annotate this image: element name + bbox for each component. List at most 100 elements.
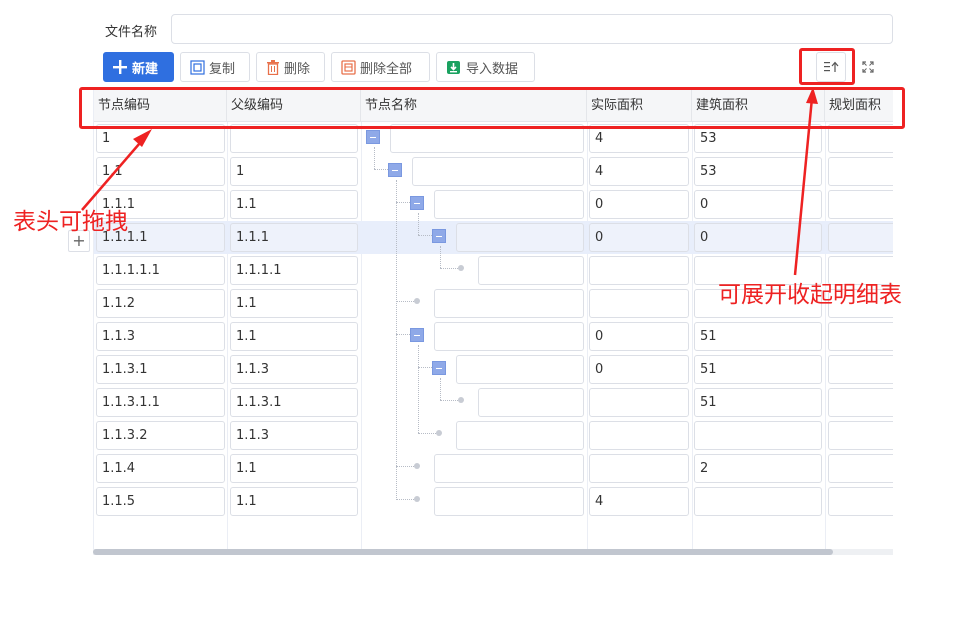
node-code-input[interactable]: 1.1.3.1 — [96, 355, 225, 384]
building-area-input[interactable]: 53 — [694, 157, 822, 186]
table-row[interactable]: 1.1.1.1 1.1.1 0 0 — [94, 221, 893, 254]
delete-button-label: 删除 — [284, 61, 311, 77]
node-code-input[interactable]: 1.1.3.1.1 — [96, 388, 225, 417]
file-name-input[interactable] — [171, 14, 893, 44]
table-row[interactable]: 1 4 53 — [94, 122, 893, 155]
import-data-button[interactable]: 导入数据 — [436, 52, 535, 82]
header-node-name[interactable]: 节点名称 — [361, 89, 587, 122]
parent-code-input[interactable]: 1.1 — [230, 322, 358, 351]
node-code-input[interactable]: 1.1.5 — [96, 487, 225, 516]
header-building-area[interactable]: 建筑面积 — [692, 89, 825, 122]
parent-code-input[interactable]: 1.1 — [230, 289, 358, 318]
node-name-input[interactable] — [434, 322, 584, 351]
actual-area-input[interactable] — [589, 388, 689, 417]
node-name-input[interactable] — [434, 454, 584, 483]
actual-area-input[interactable] — [589, 454, 689, 483]
fullscreen-button[interactable] — [853, 52, 883, 82]
actual-area-input[interactable] — [589, 421, 689, 450]
parent-code-input[interactable]: 1.1 — [230, 454, 358, 483]
parent-code-input[interactable]: 1.1 — [230, 190, 358, 219]
planned-area-input[interactable] — [828, 421, 893, 450]
header-actual-area[interactable]: 实际面积 — [587, 89, 692, 122]
building-area-input[interactable]: 51 — [694, 355, 822, 384]
actual-area-input[interactable]: 4 — [589, 487, 689, 516]
building-area-input[interactable] — [694, 421, 822, 450]
table-row[interactable]: 1.1.3.1 1.1.3 0 51 — [94, 353, 893, 386]
building-area-input[interactable] — [694, 487, 822, 516]
grid-header[interactable]: 节点编码 父级编码 节点名称 实际面积 建筑面积 规划面积 — [94, 89, 893, 122]
parent-code-input[interactable]: 1.1.1.1 — [230, 256, 358, 285]
parent-code-input[interactable] — [230, 124, 358, 153]
node-name-input[interactable] — [456, 223, 584, 252]
node-code-input[interactable]: 1.1.4 — [96, 454, 225, 483]
building-area-input[interactable]: 53 — [694, 124, 822, 153]
tree-collapse-icon[interactable] — [410, 328, 424, 342]
planned-area-input[interactable] — [828, 355, 893, 384]
actual-area-input[interactable] — [589, 289, 689, 318]
building-area-input[interactable]: 2 — [694, 454, 822, 483]
planned-area-input[interactable] — [828, 322, 893, 351]
node-code-input[interactable]: 1 — [96, 124, 225, 153]
building-area-input[interactable]: 0 — [694, 223, 822, 252]
copy-button[interactable]: 复制 — [180, 52, 250, 82]
tree-collapse-icon[interactable] — [366, 130, 380, 144]
horizontal-scrollbar-thumb[interactable] — [93, 549, 833, 555]
building-area-input[interactable]: 0 — [694, 190, 822, 219]
tree-collapse-icon[interactable] — [410, 196, 424, 210]
table-row[interactable]: 1.1 1 4 53 — [94, 155, 893, 188]
parent-code-input[interactable]: 1.1.3.1 — [230, 388, 358, 417]
node-name-input[interactable] — [456, 355, 584, 384]
parent-code-input[interactable]: 1.1 — [230, 487, 358, 516]
actual-area-input[interactable]: 0 — [589, 190, 689, 219]
table-row[interactable]: 1.1.3.1.1 1.1.3.1 51 — [94, 386, 893, 419]
delete-all-button[interactable]: 删除全部 — [331, 52, 430, 82]
parent-code-input[interactable]: 1 — [230, 157, 358, 186]
tree-collapse-icon[interactable] — [432, 361, 446, 375]
node-name-input[interactable] — [390, 124, 584, 153]
table-row[interactable]: 1.1.3.2 1.1.3 — [94, 419, 893, 452]
planned-area-input[interactable] — [828, 223, 893, 252]
tree-collapse-icon[interactable] — [432, 229, 446, 243]
planned-area-input[interactable] — [828, 454, 893, 483]
node-name-input[interactable] — [434, 190, 584, 219]
tree-collapse-icon[interactable] — [388, 163, 402, 177]
node-code-input[interactable]: 1.1.3.2 — [96, 421, 225, 450]
planned-area-input[interactable] — [828, 190, 893, 219]
node-name-input[interactable] — [412, 157, 584, 186]
header-node-code[interactable]: 节点编码 — [94, 89, 227, 122]
actual-area-input[interactable]: 4 — [589, 157, 689, 186]
parent-code-input[interactable]: 1.1.3 — [230, 421, 358, 450]
table-row[interactable]: 1.1.5 1.1 4 — [94, 485, 893, 518]
parent-code-input[interactable]: 1.1.1 — [230, 223, 358, 252]
planned-area-input[interactable] — [828, 388, 893, 417]
header-planned-area[interactable]: 规划面积 — [825, 89, 893, 122]
actual-area-input[interactable]: 0 — [589, 355, 689, 384]
header-parent-code[interactable]: 父级编码 — [227, 89, 361, 122]
node-name-input[interactable] — [434, 289, 584, 318]
building-area-input[interactable]: 51 — [694, 322, 822, 351]
new-button[interactable]: 新建 — [103, 52, 174, 82]
node-name-input[interactable] — [434, 487, 584, 516]
expand-collapse-button[interactable] — [816, 52, 846, 82]
planned-area-input[interactable] — [828, 124, 893, 153]
node-name-input[interactable] — [478, 388, 584, 417]
building-area-input[interactable]: 51 — [694, 388, 822, 417]
actual-area-input[interactable]: 0 — [589, 322, 689, 351]
node-name-input[interactable] — [456, 421, 584, 450]
planned-area-input[interactable] — [828, 157, 893, 186]
tree-leaf-dot-icon — [436, 430, 442, 436]
node-code-input[interactable]: 1.1.2 — [96, 289, 225, 318]
node-code-input[interactable]: 1.1 — [96, 157, 225, 186]
table-row[interactable]: 1.1.1 1.1 0 0 — [94, 188, 893, 221]
actual-area-input[interactable]: 0 — [589, 223, 689, 252]
node-code-input[interactable]: 1.1.3 — [96, 322, 225, 351]
actual-area-input[interactable]: 4 — [589, 124, 689, 153]
node-code-input[interactable]: 1.1.1.1.1 — [96, 256, 225, 285]
planned-area-input[interactable] — [828, 487, 893, 516]
actual-area-input[interactable] — [589, 256, 689, 285]
table-row[interactable]: 1.1.4 1.1 2 — [94, 452, 893, 485]
table-row[interactable]: 1.1.3 1.1 0 51 — [94, 320, 893, 353]
parent-code-input[interactable]: 1.1.3 — [230, 355, 358, 384]
delete-button[interactable]: 删除 — [256, 52, 325, 82]
node-name-input[interactable] — [478, 256, 584, 285]
